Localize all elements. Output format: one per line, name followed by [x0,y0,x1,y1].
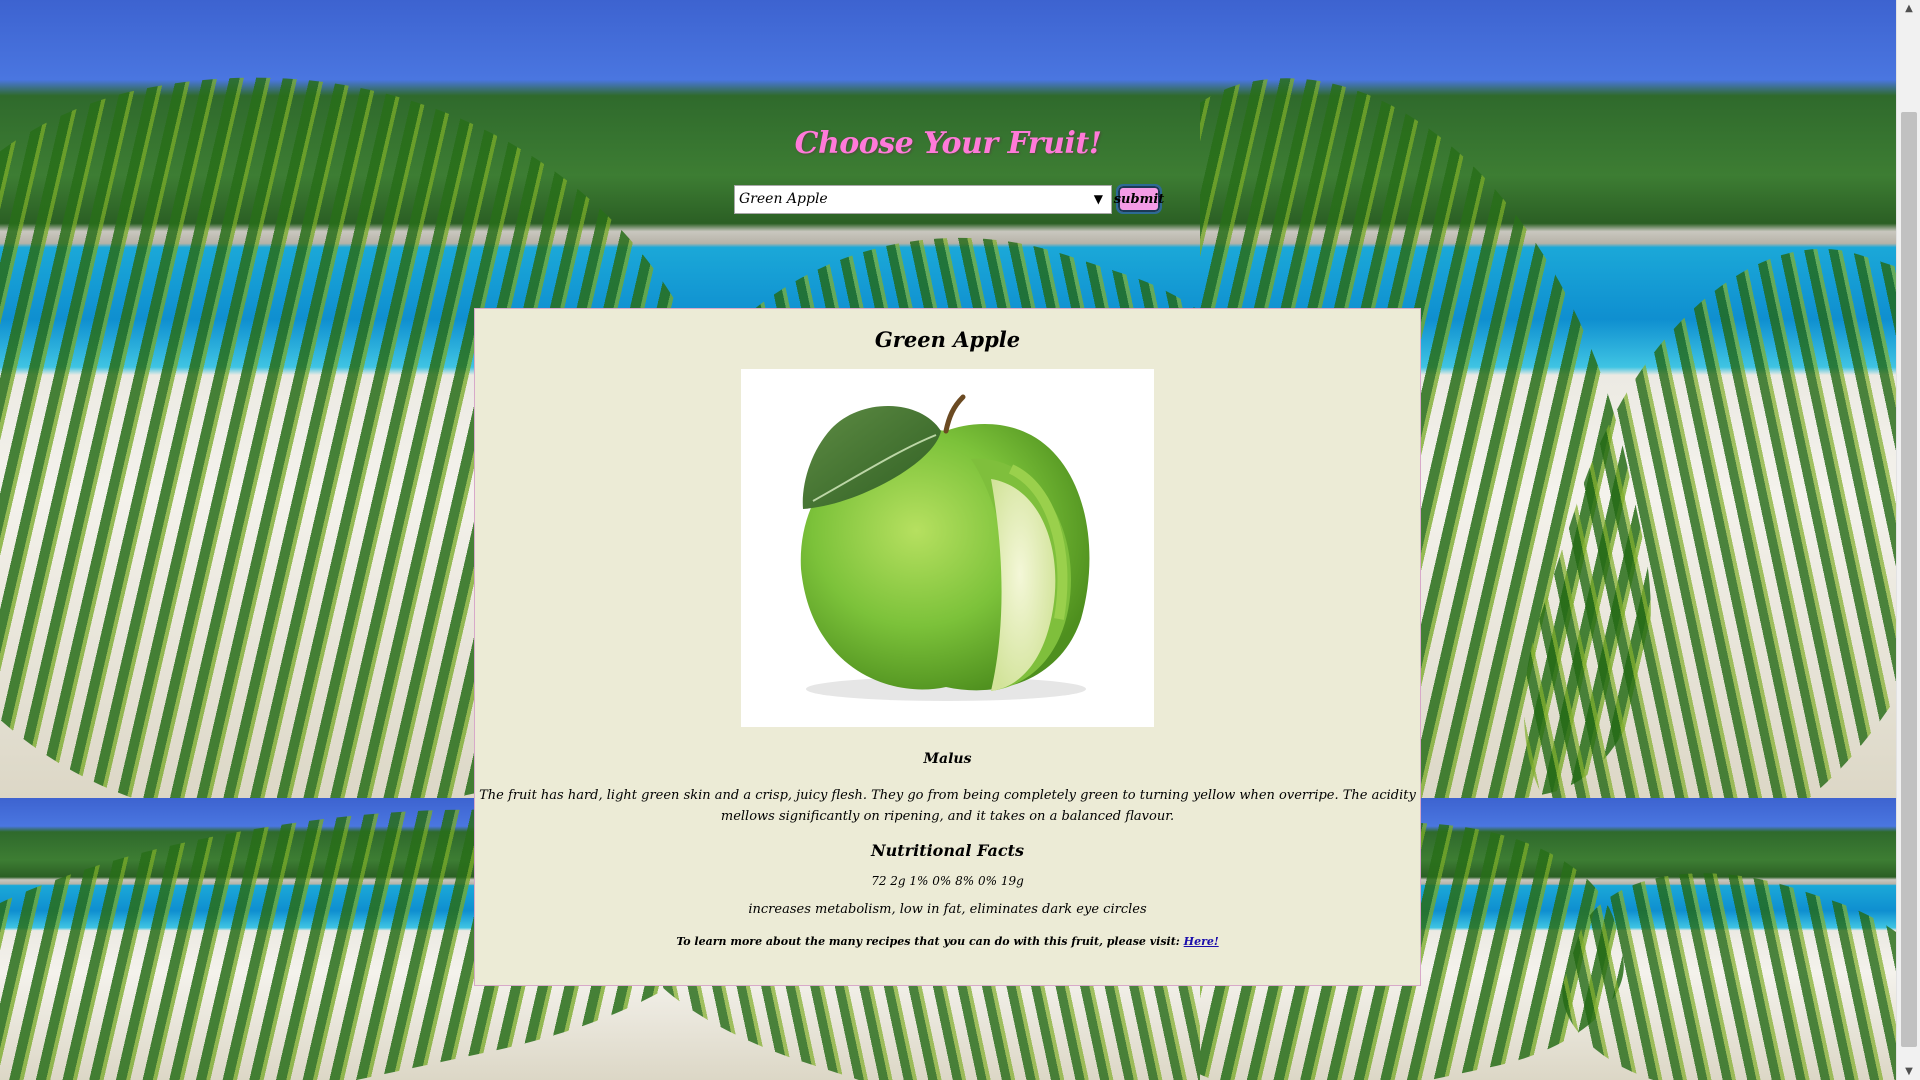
fruit-select-value: Green Apple [739,191,828,207]
fruit-select[interactable]: Green Apple ▼ [734,184,1112,214]
nutrition-heading: Nutritional Facts [871,841,1024,860]
recipes-line: To learn more about the many recipes tha… [475,935,1420,948]
fruit-description: The fruit has hard, light green skin and… [479,788,1416,824]
recipes-link[interactable]: Here! [1184,935,1219,948]
nutrition-values: 72 2g 1% 0% 8% 0% 19g [871,874,1024,888]
fruit-name: Green Apple [874,327,1021,352]
green-apple-illustration [800,394,1090,701]
recipes-text: To learn more about the many recipes tha… [676,935,1184,948]
fruit-benefits: increases metabolism, low in fat, elimin… [748,902,1147,917]
submit-button-label: submit [1113,191,1165,207]
dropdown-arrow-icon: ▼ [1093,192,1103,206]
vertical-scrollbar[interactable]: ▲ ▼ [1896,0,1920,1080]
scientific-name: Malus [923,751,972,767]
fruit-image [741,369,1154,727]
fruit-card: Green Apple Malus The fruit has hard, li… [474,308,1421,986]
submit-button[interactable]: submit [1113,184,1165,214]
scroll-up-arrow-icon[interactable]: ▲ [1897,0,1920,17]
scroll-down-arrow-icon[interactable]: ▼ [1897,1063,1920,1080]
fruit-form: Green Apple ▼ submit [734,184,1165,214]
scrollbar-thumb[interactable] [1901,112,1917,1047]
page-title: Choose Your Fruit! [794,126,1102,161]
